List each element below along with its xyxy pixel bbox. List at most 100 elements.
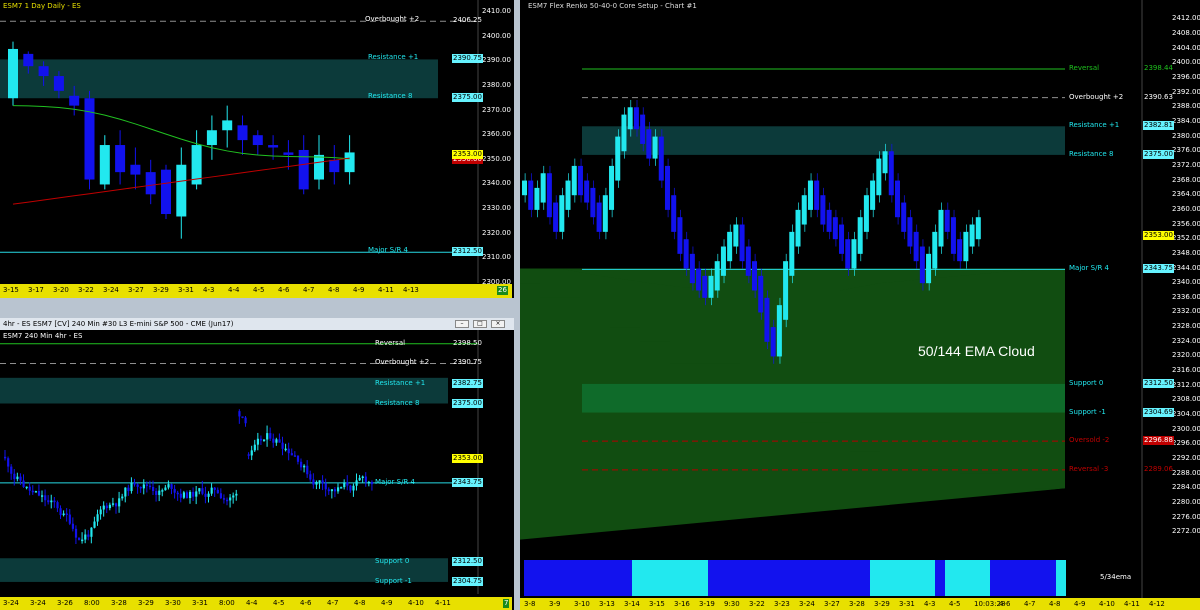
candle-body xyxy=(115,503,118,507)
date-label: 4-9 xyxy=(381,599,393,607)
price-tick-label: 2332.00 xyxy=(1172,307,1200,316)
price-tick-label: 2372.00 xyxy=(1172,160,1200,169)
renko-brick xyxy=(522,180,528,196)
candle-body xyxy=(111,503,115,505)
date-label: 3-8 xyxy=(524,600,536,608)
level-label: Resistance 8 xyxy=(368,92,413,101)
renko-brick xyxy=(851,239,857,269)
candle-body xyxy=(130,164,141,175)
candle-body xyxy=(210,487,213,494)
candle-body xyxy=(195,491,198,497)
level-label: Resistance 8 xyxy=(1069,149,1114,158)
price-tick-label: 2410.00 xyxy=(482,7,511,15)
renko-brick xyxy=(584,180,590,203)
candle-body xyxy=(121,496,124,499)
four-hour-window[interactable]: 4hr - ES ESM7 [CV] 240 Min #30 L3 E-mini… xyxy=(0,318,514,610)
candle-body xyxy=(358,477,361,481)
candle-body xyxy=(7,458,10,467)
renko-brick xyxy=(957,239,963,262)
price-tag: 2406.25 xyxy=(453,16,482,25)
daily-chart-panel[interactable]: ESM7 1 Day Daily - ES 2410.00 2400.00 2390… xyxy=(0,0,514,298)
candle-body xyxy=(124,487,127,497)
candle-body xyxy=(142,484,145,489)
renko-chart-panel[interactable]: ESM7 Flex Renko 50-40-0 Core Setup - Cha… xyxy=(520,0,1200,610)
candle-body xyxy=(266,433,269,440)
renko-brick xyxy=(745,246,751,276)
date-label: 4-11 xyxy=(378,286,394,294)
date-label: 8:00 xyxy=(219,599,235,607)
candle-body xyxy=(252,135,263,146)
price-tick-label: 2392.00 xyxy=(1172,87,1200,96)
renko-brick xyxy=(882,151,888,174)
renko-brick xyxy=(540,173,546,203)
price-tick-label: 2352.00 xyxy=(1172,234,1200,243)
date-label: 3-19 xyxy=(699,600,715,608)
renko-brick xyxy=(752,261,758,291)
candle-body xyxy=(237,125,248,141)
candle-body xyxy=(298,149,309,190)
price-tick-label: 2320.00 xyxy=(482,228,511,237)
candle-body xyxy=(201,488,204,494)
price-tag: 2343.75 xyxy=(452,477,483,487)
price-tick-label: 2296.00 xyxy=(1172,439,1200,448)
candle-body xyxy=(148,485,152,488)
price-tick-label: 2400.00 xyxy=(1172,58,1200,67)
renko-brick xyxy=(857,217,863,254)
renko-brick xyxy=(876,158,882,196)
price-tick-label: 2300.00 xyxy=(482,278,511,286)
renko-brick xyxy=(758,275,764,313)
candle-body xyxy=(145,484,149,486)
price-tick-label: 2308.00 xyxy=(1172,395,1200,404)
ema-indicator-segment xyxy=(708,560,870,596)
date-label: 4-6 xyxy=(300,599,312,607)
candle-body xyxy=(189,491,192,499)
level-label: Support -1 xyxy=(375,576,412,585)
price-tick-label: 2404.00 xyxy=(1172,43,1200,52)
renko-brick xyxy=(919,246,925,284)
candle-body xyxy=(93,521,96,528)
candle-body xyxy=(68,514,71,524)
price-tick-label: 2350.00 xyxy=(482,154,511,163)
candle-body xyxy=(337,487,340,492)
price-tick-label: 2390.00 xyxy=(482,56,511,65)
price-tag: 2375.00 xyxy=(1143,149,1174,159)
candle-body xyxy=(229,497,232,501)
candle-body xyxy=(287,448,290,454)
renko-brick xyxy=(565,180,571,210)
price-tick-label: 2412.00 xyxy=(1172,14,1200,23)
candle-body xyxy=(306,465,309,475)
level-label: Oversold -2 xyxy=(1069,436,1110,445)
candle-body xyxy=(207,493,210,497)
price-tick-label: 2396.00 xyxy=(1172,72,1200,81)
date-label: 4-8 xyxy=(1049,600,1061,608)
price-tick-label: 2360.00 xyxy=(482,130,511,139)
price-tick-label: 2388.00 xyxy=(1172,102,1200,111)
candle-body xyxy=(343,482,346,488)
renko-brick xyxy=(596,202,602,232)
price-tick-label: 2340.00 xyxy=(1172,278,1200,287)
candle-body xyxy=(78,537,81,540)
candle-body xyxy=(38,66,49,77)
candle-body xyxy=(8,48,18,99)
candle-body xyxy=(47,500,50,503)
horizontal-splitter[interactable] xyxy=(0,298,514,318)
renko-brick xyxy=(590,187,596,218)
candle-body xyxy=(53,500,56,503)
candle-body xyxy=(222,120,233,131)
renko-brick xyxy=(727,231,733,262)
renko-brick xyxy=(528,180,534,210)
price-tick-label: 2344.00 xyxy=(1172,263,1200,272)
date-label: 3-24 xyxy=(30,599,46,607)
price-tag: 2312.50 xyxy=(1143,378,1174,388)
price-tick-label: 2356.00 xyxy=(1172,219,1200,228)
price-tick-label: 2368.00 xyxy=(1172,175,1200,184)
candle-body xyxy=(167,484,170,488)
candle-body xyxy=(37,491,41,496)
renko-brick xyxy=(671,195,677,232)
candle-body xyxy=(361,476,364,479)
level-label: Resistance +1 xyxy=(1069,121,1120,130)
candle-body xyxy=(158,490,161,495)
price-tag: 2353.00 xyxy=(452,454,483,464)
date-label: 3-24 xyxy=(103,286,119,294)
ema-indicator-segment xyxy=(945,560,990,596)
